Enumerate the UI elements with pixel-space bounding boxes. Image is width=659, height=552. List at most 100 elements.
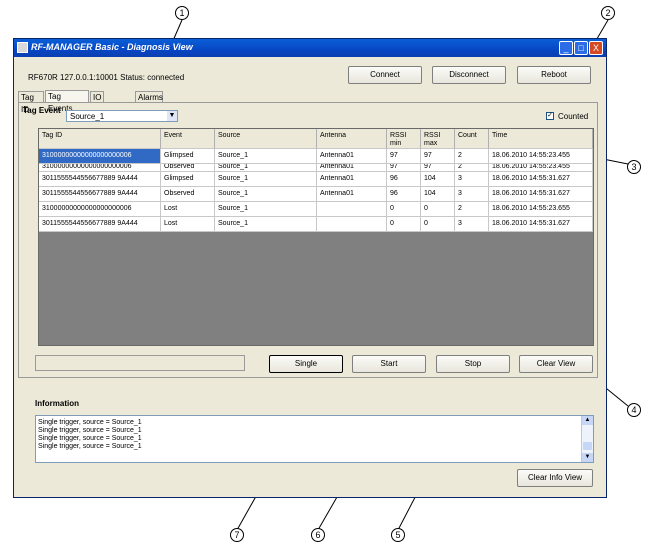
cell-source: Source_1 xyxy=(215,149,317,164)
table-row[interactable]: 3011555544556677889 9A444 Lost Source_1 … xyxy=(39,217,593,232)
cell-count: 2 xyxy=(455,149,489,164)
cell-event: Glimpsed xyxy=(161,149,215,164)
cell-rssi-min: 97 xyxy=(387,164,421,172)
cell-rssi-max: 97 xyxy=(421,164,455,172)
col-antenna[interactable]: Antenna xyxy=(317,129,387,149)
cell-source: Source_1 xyxy=(215,187,317,202)
start-button[interactable]: Start xyxy=(352,355,426,373)
cell-event: Glimpsed xyxy=(161,172,215,187)
col-tag-id[interactable]: Tag ID xyxy=(39,129,161,149)
progress-area xyxy=(35,355,245,371)
table-header: Tag ID Event Source Antenna RSSI min RSS… xyxy=(39,129,593,149)
col-time[interactable]: Time xyxy=(489,129,593,149)
clear-info-view-button[interactable]: Clear Info View xyxy=(517,469,593,487)
table-row[interactable]: 3011555544556677889 9A444 Glimpsed Sourc… xyxy=(39,172,593,187)
cell-tag-id: 31000000000000000000006 xyxy=(39,149,161,164)
cell-count: 2 xyxy=(455,202,489,217)
cell-time: 18.06.2010 14:55:23.455 xyxy=(489,164,593,172)
counted-checkbox[interactable]: ✓ xyxy=(546,112,554,120)
cell-rssi-min: 0 xyxy=(387,202,421,217)
cell-event: Lost xyxy=(161,217,215,232)
col-rssi-max[interactable]: RSSI max xyxy=(421,129,455,149)
status-line: RF670R 127.0.0.1:10001 Status: connected xyxy=(28,73,184,82)
cell-time: 18.06.2010 14:55:31.627 xyxy=(489,172,593,187)
cell-event: Lost xyxy=(161,202,215,217)
cell-source: Source_1 xyxy=(215,172,317,187)
col-source[interactable]: Source xyxy=(215,129,317,149)
cell-time: 18.06.2010 14:55:31.627 xyxy=(489,187,593,202)
log-line: Single trigger, source = Source_1 xyxy=(38,435,142,442)
cell-tag-id: 3011555544556677889 9A444 xyxy=(39,217,161,232)
cell-antenna: Antenna01 xyxy=(317,172,387,187)
cell-rssi-max: 0 xyxy=(421,217,455,232)
col-rssi-min[interactable]: RSSI min xyxy=(387,129,421,149)
cell-rssi-max: 104 xyxy=(421,172,455,187)
source-select-value: Source_1 xyxy=(70,112,105,121)
table-row[interactable]: 3011555544556677889 9A444 Observed Sourc… xyxy=(39,187,593,202)
cell-antenna xyxy=(317,217,387,232)
log-scrollbar[interactable]: ▲ ▼ xyxy=(581,416,593,462)
table-row[interactable]: 31000000000000000000006 Lost Source_1 0 … xyxy=(39,202,593,217)
callout-1: 1 xyxy=(175,6,189,20)
cell-count: 2 xyxy=(455,164,489,172)
col-count[interactable]: Count xyxy=(455,129,489,149)
cell-rssi-max: 0 xyxy=(421,202,455,217)
cell-time: 18.06.2010 14:55:23.455 xyxy=(489,149,593,164)
cell-tag-id: 31000000000000000000006 xyxy=(39,202,161,217)
callout-5: 5 xyxy=(391,528,405,542)
cell-source: Source_1 xyxy=(215,217,317,232)
cell-antenna: Antenna01 xyxy=(317,187,387,202)
cell-tag-id: 3011555544556677889 9A444 xyxy=(39,172,161,187)
table-row[interactable]: 31000000000000000000006 Glimpsed Source_… xyxy=(39,149,593,164)
connect-button[interactable]: Connect xyxy=(348,66,422,84)
cell-antenna xyxy=(317,202,387,217)
col-event[interactable]: Event xyxy=(161,129,215,149)
stop-button[interactable]: Stop xyxy=(436,355,510,373)
cell-event: Observed xyxy=(161,164,215,172)
chevron-down-icon[interactable]: ▼ xyxy=(167,111,177,121)
minimize-button[interactable]: _ xyxy=(559,41,573,55)
cell-rssi-min: 96 xyxy=(387,172,421,187)
table-row[interactable]: 31000000000000000000006 Observed Source_… xyxy=(39,164,593,172)
status-value: connected xyxy=(147,73,185,82)
cell-rssi-min: 97 xyxy=(387,149,421,164)
cell-source: Source_1 xyxy=(215,164,317,172)
close-button[interactable]: X xyxy=(589,41,603,55)
cell-rssi-min: 96 xyxy=(387,187,421,202)
cell-antenna: Antenna01 xyxy=(317,149,387,164)
scroll-thumb[interactable] xyxy=(583,442,592,450)
information-title: Information xyxy=(35,399,79,408)
cell-rssi-max: 104 xyxy=(421,187,455,202)
cell-count: 3 xyxy=(455,172,489,187)
cell-tag-id: 31000000000000000000006 xyxy=(39,164,161,172)
cell-rssi-max: 97 xyxy=(421,149,455,164)
information-log[interactable]: Single trigger, source = Source_1 Single… xyxy=(35,415,594,463)
maximize-button[interactable]: □ xyxy=(574,41,588,55)
counted-label: Counted xyxy=(558,112,589,121)
clear-view-button[interactable]: Clear View xyxy=(519,355,593,373)
status-label: Status: xyxy=(120,73,146,82)
cell-time: 18.06.2010 14:55:23.655 xyxy=(489,202,593,217)
cell-rssi-min: 0 xyxy=(387,217,421,232)
single-button[interactable]: Single xyxy=(269,355,343,373)
callout-7: 7 xyxy=(230,528,244,542)
cell-event: Observed xyxy=(161,187,215,202)
scroll-down-icon[interactable]: ▼ xyxy=(582,453,593,462)
tag-event-label: Tag Event xyxy=(23,106,61,115)
title-bar: RF-MANAGER Basic - Diagnosis View _ □ X xyxy=(14,39,606,57)
reboot-button[interactable]: Reboot xyxy=(517,66,591,84)
tag-events-table[interactable]: Tag ID Event Source Antenna RSSI min RSS… xyxy=(38,128,594,346)
callout-4: 4 xyxy=(627,403,641,417)
log-line: Single trigger, source = Source_1 xyxy=(38,443,142,450)
log-line: Single trigger, source = Source_1 xyxy=(38,427,142,434)
disconnect-button[interactable]: Disconnect xyxy=(432,66,506,84)
cell-count: 3 xyxy=(455,187,489,202)
device-name: RF670R xyxy=(28,73,58,82)
cell-tag-id: 3011555544556677889 9A444 xyxy=(39,187,161,202)
callout-2: 2 xyxy=(601,6,615,20)
scroll-up-icon[interactable]: ▲ xyxy=(582,416,593,425)
device-address: 127.0.0.1:10001 xyxy=(60,73,118,82)
cell-count: 3 xyxy=(455,217,489,232)
log-line: Single trigger, source = Source_1 xyxy=(38,419,142,426)
source-select[interactable]: Source_1 ▼ xyxy=(66,110,178,122)
